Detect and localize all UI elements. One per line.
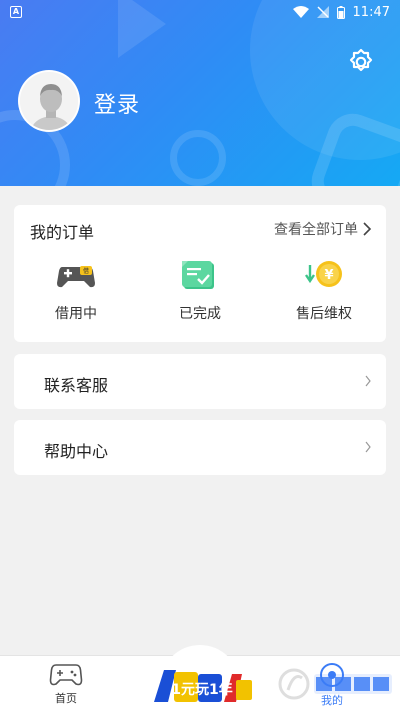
svg-text:¥: ¥: [324, 268, 333, 283]
promo-logo-text: 1元玩1年: [171, 681, 232, 698]
chevron-right-icon: [365, 441, 371, 453]
nav-tab-home[interactable]: 首页: [36, 662, 96, 706]
settings-gear-icon[interactable]: [346, 47, 376, 77]
site-watermark-logo: [278, 664, 396, 704]
view-all-orders-link[interactable]: 查看全部订单: [274, 219, 372, 239]
chevron-right-icon: [363, 222, 372, 236]
orders-title: 我的订单: [30, 223, 95, 242]
order-status-label: 售后维权: [296, 306, 352, 322]
gamepad-home-icon: [49, 664, 83, 686]
header-decoration: [170, 130, 226, 186]
app-notification-icon: A: [10, 6, 22, 18]
login-link[interactable]: 登录: [94, 87, 140, 119]
gamepad-icon: 借: [57, 266, 95, 288]
status-bar: A 11:47: [0, 0, 400, 24]
order-status-borrowing[interactable]: 借 借用中: [21, 257, 131, 323]
wifi-icon: [292, 6, 309, 18]
avatar[interactable]: [18, 70, 80, 132]
no-signal-icon: [316, 6, 329, 18]
status-indicators: 11:47: [292, 4, 390, 20]
svg-text:借: 借: [83, 267, 89, 275]
nav-tab-label: 首页: [55, 692, 77, 705]
order-status-label: 借用中: [55, 306, 97, 322]
completed-icon: [182, 261, 214, 289]
status-time: 11:47: [352, 4, 390, 20]
my-orders-card: 我的订单 查看全部订单 借 借用中 已完成 ¥ 售后维权: [14, 205, 386, 342]
battery-icon: [336, 5, 345, 19]
help-center-item[interactable]: 帮助中心: [14, 420, 386, 475]
profile-header: A 11:47 登录: [0, 0, 400, 186]
menu-item-label: 帮助中心: [44, 442, 109, 461]
order-status-after-sales[interactable]: ¥ 售后维权: [269, 257, 379, 323]
order-status-list: 借 借用中 已完成 ¥ 售后维权: [14, 257, 386, 323]
order-status-completed[interactable]: 已完成: [145, 257, 255, 323]
menu-item-label: 联系客服: [44, 376, 109, 395]
contact-service-item[interactable]: 联系客服: [14, 354, 386, 409]
yuan-refund-icon: ¥: [305, 261, 342, 287]
chevron-right-icon: [365, 375, 371, 387]
view-all-orders-label: 查看全部订单: [274, 222, 358, 238]
nav-center-promo-logo[interactable]: 1元玩1年: [150, 664, 254, 706]
order-status-label: 已完成: [179, 306, 221, 322]
